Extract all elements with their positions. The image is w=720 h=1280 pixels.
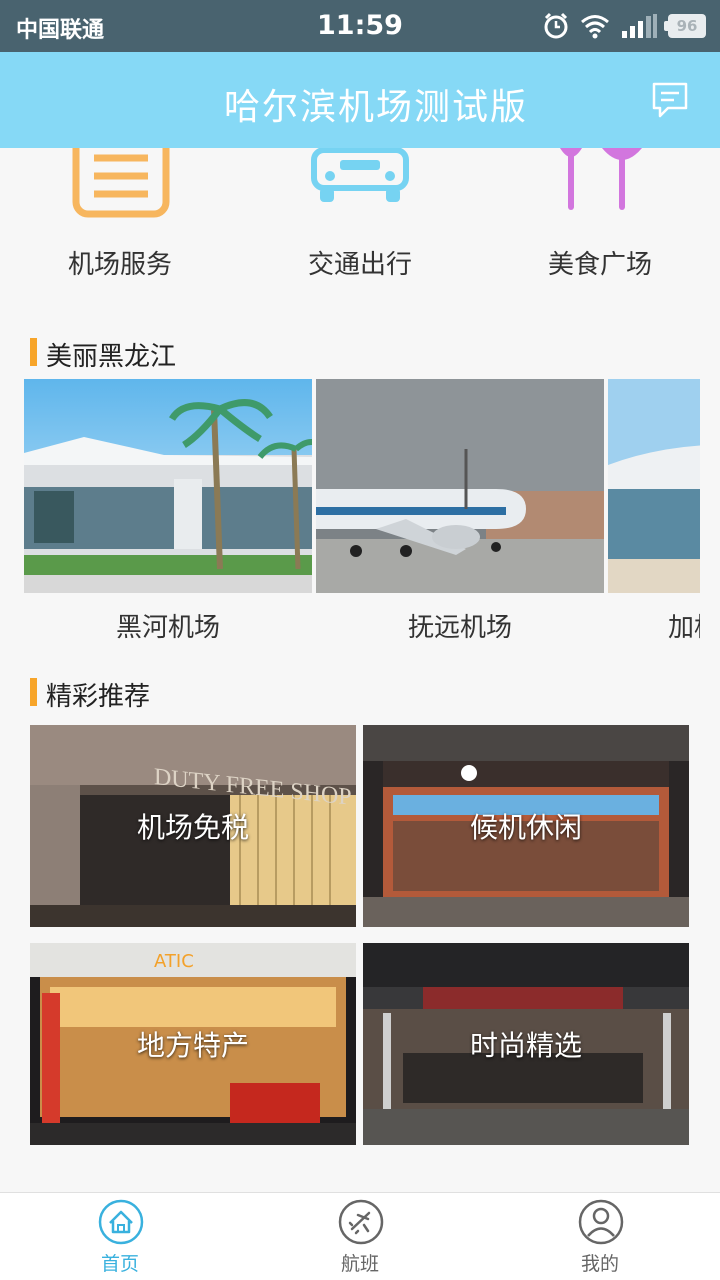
car-icon [311,148,409,202]
airport-card[interactable]: 抚远机场 [316,379,604,649]
recommend-tile[interactable]: 时尚精选 [363,943,689,1145]
wifi-icon [581,15,609,39]
airport-card[interactable]: 加格达奇机场 [608,379,700,649]
utensils-icon [560,148,642,210]
service-airport[interactable]: 机场服务 [0,148,240,298]
signal-icon [622,14,657,38]
airport-label: 黑河机场 [115,613,220,643]
message-icon[interactable] [650,80,690,120]
service-label: 美食广场 [547,250,652,280]
tab-label: 首页 [100,1253,139,1275]
recommend-tile[interactable]: 候机休闲 [363,725,689,927]
page-title: 哈尔滨机场测试版 [223,87,528,128]
recommend-label: 机场免税 [136,811,249,844]
airport-photo [316,379,604,593]
recommend-label: 地方特产 [136,1029,249,1062]
airport-card[interactable]: 黑河机场 [24,379,312,649]
airport-photo [608,379,700,593]
service-label: 交通出行 [307,250,412,280]
recommend-tile[interactable]: DUTY FREE SHOP 机场免税 [30,725,356,927]
service-traffic[interactable]: 交通出行 [240,148,480,298]
airport-label: 抚远机场 [407,613,512,643]
alarm-icon [544,12,568,39]
airport-photo [24,379,312,593]
battery-icon: 96 [664,14,706,38]
tab-mine[interactable]: 我的 [480,1193,720,1280]
user-icon [578,1199,624,1245]
status-icons: 96 [542,11,706,41]
tab-label: 航班 [340,1253,379,1275]
service-row: 机场服务 交通出行 美食广场 [0,148,720,298]
service-food[interactable]: 美食广场 [480,148,720,298]
app-header: 哈尔滨机场测试版 [0,52,720,148]
bottom-tab-bar: 首页 航班 我的 [0,1192,720,1280]
tab-flights[interactable]: 航班 [240,1193,480,1280]
airport-label: 加格达奇机场 [668,613,700,643]
airplane-icon [338,1199,384,1245]
home-icon [98,1199,144,1245]
service-label: 机场服务 [67,250,172,280]
tab-label: 我的 [580,1253,619,1275]
section-title-recommend: 精彩推荐 [30,676,150,713]
recommend-label: 时尚精选 [469,1029,582,1062]
recommend-tile[interactable]: ATIC 地方特产 [30,943,356,1145]
document-icon [72,148,170,218]
recommend-label: 候机休闲 [469,811,582,844]
airport-carousel[interactable]: 黑河机场 抚远机场 加格达奇机场 [24,379,700,649]
status-bar: 中国联通 11:59 96 [0,0,720,52]
tab-home[interactable]: 首页 [0,1193,240,1280]
section-title-scenic: 美丽黑龙江 [30,336,176,373]
